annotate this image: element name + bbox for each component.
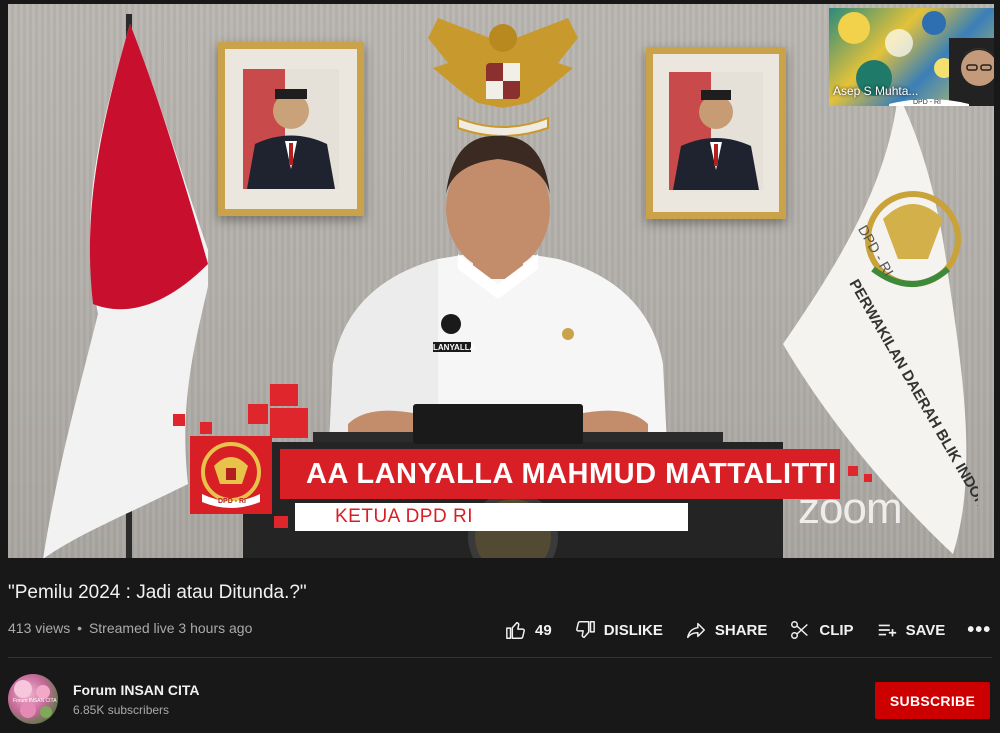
save-label: SAVE [905, 621, 946, 639]
divider [8, 657, 992, 658]
playlist-add-icon [878, 624, 896, 637]
participant-thumbnail[interactable]: DPD - RI Asep S Muhta... [829, 8, 994, 106]
share-icon [686, 622, 705, 639]
stream-time: Streamed live 3 hours ago [88, 620, 253, 636]
more-icon[interactable]: ••• [967, 619, 991, 642]
action-bar: 49 DISLIKE SHARE CLIP SAVE ••• [505, 616, 991, 644]
like-count: 49 [535, 621, 552, 639]
thumbs-down-icon [575, 621, 595, 639]
deco-pixel [173, 414, 185, 426]
zoom-watermark: zoom [798, 484, 903, 533]
garuda-emblem [428, 18, 578, 137]
logo-text: DPD - RI [218, 498, 246, 505]
video-player[interactable]: DPD - RI PERWAKILAN DAERAH BLIK INDONESI… [8, 4, 994, 558]
subscribe-button[interactable]: SUBSCRIBE [875, 682, 990, 719]
video-title: "Pemilu 2024 : Jadi atau Ditunda.?" [8, 582, 307, 603]
share-button[interactable]: SHARE [685, 619, 768, 641]
save-button[interactable]: SAVE [876, 619, 946, 641]
channel-avatar[interactable]: Forum INSAN CITA [8, 674, 58, 724]
deco-pixel [200, 422, 212, 434]
deco-pixel [248, 404, 268, 424]
dislike-label: DISLIKE [603, 621, 663, 639]
thumbs-up-icon [506, 621, 525, 639]
dpd-logo-icon: DPD - RI [201, 442, 261, 508]
participant-name: Asep S Muhta... [833, 84, 919, 98]
avatar-text: Forum INSAN CITA [13, 698, 57, 704]
deco-pixel [864, 474, 872, 482]
scissors-icon [791, 621, 809, 639]
like-button[interactable]: 49 [505, 619, 552, 641]
subscriber-count: 6.85K subscribers [73, 703, 170, 717]
meta-separator: • [77, 620, 83, 636]
channel-name[interactable]: Forum INSAN CITA [73, 682, 200, 698]
lower-third-logo: DPD - RI [190, 436, 272, 514]
speaker-title: KETUA DPD RI [295, 503, 688, 531]
speaker-name: AA LANYALLA MAHMUD MATTALITTI [280, 449, 840, 499]
shirt-text: LANYALLA [433, 343, 476, 352]
dislike-button[interactable]: DISLIKE [574, 619, 663, 641]
view-count: 413 views [8, 620, 71, 636]
avatar-image: Forum INSAN CITA [13, 680, 57, 718]
clip-label: CLIP [819, 621, 854, 639]
video-meta: 413 views • Streamed live 3 hours ago [8, 620, 252, 636]
deco-pixel [270, 408, 308, 438]
deco-pixel [848, 466, 858, 476]
participant-badge: DPD - RI [913, 99, 941, 106]
share-label: SHARE [714, 621, 768, 639]
clip-button[interactable]: CLIP [789, 619, 854, 641]
deco-pixel [270, 384, 298, 406]
indonesian-flag [43, 14, 208, 558]
deco-pixel [274, 516, 288, 528]
